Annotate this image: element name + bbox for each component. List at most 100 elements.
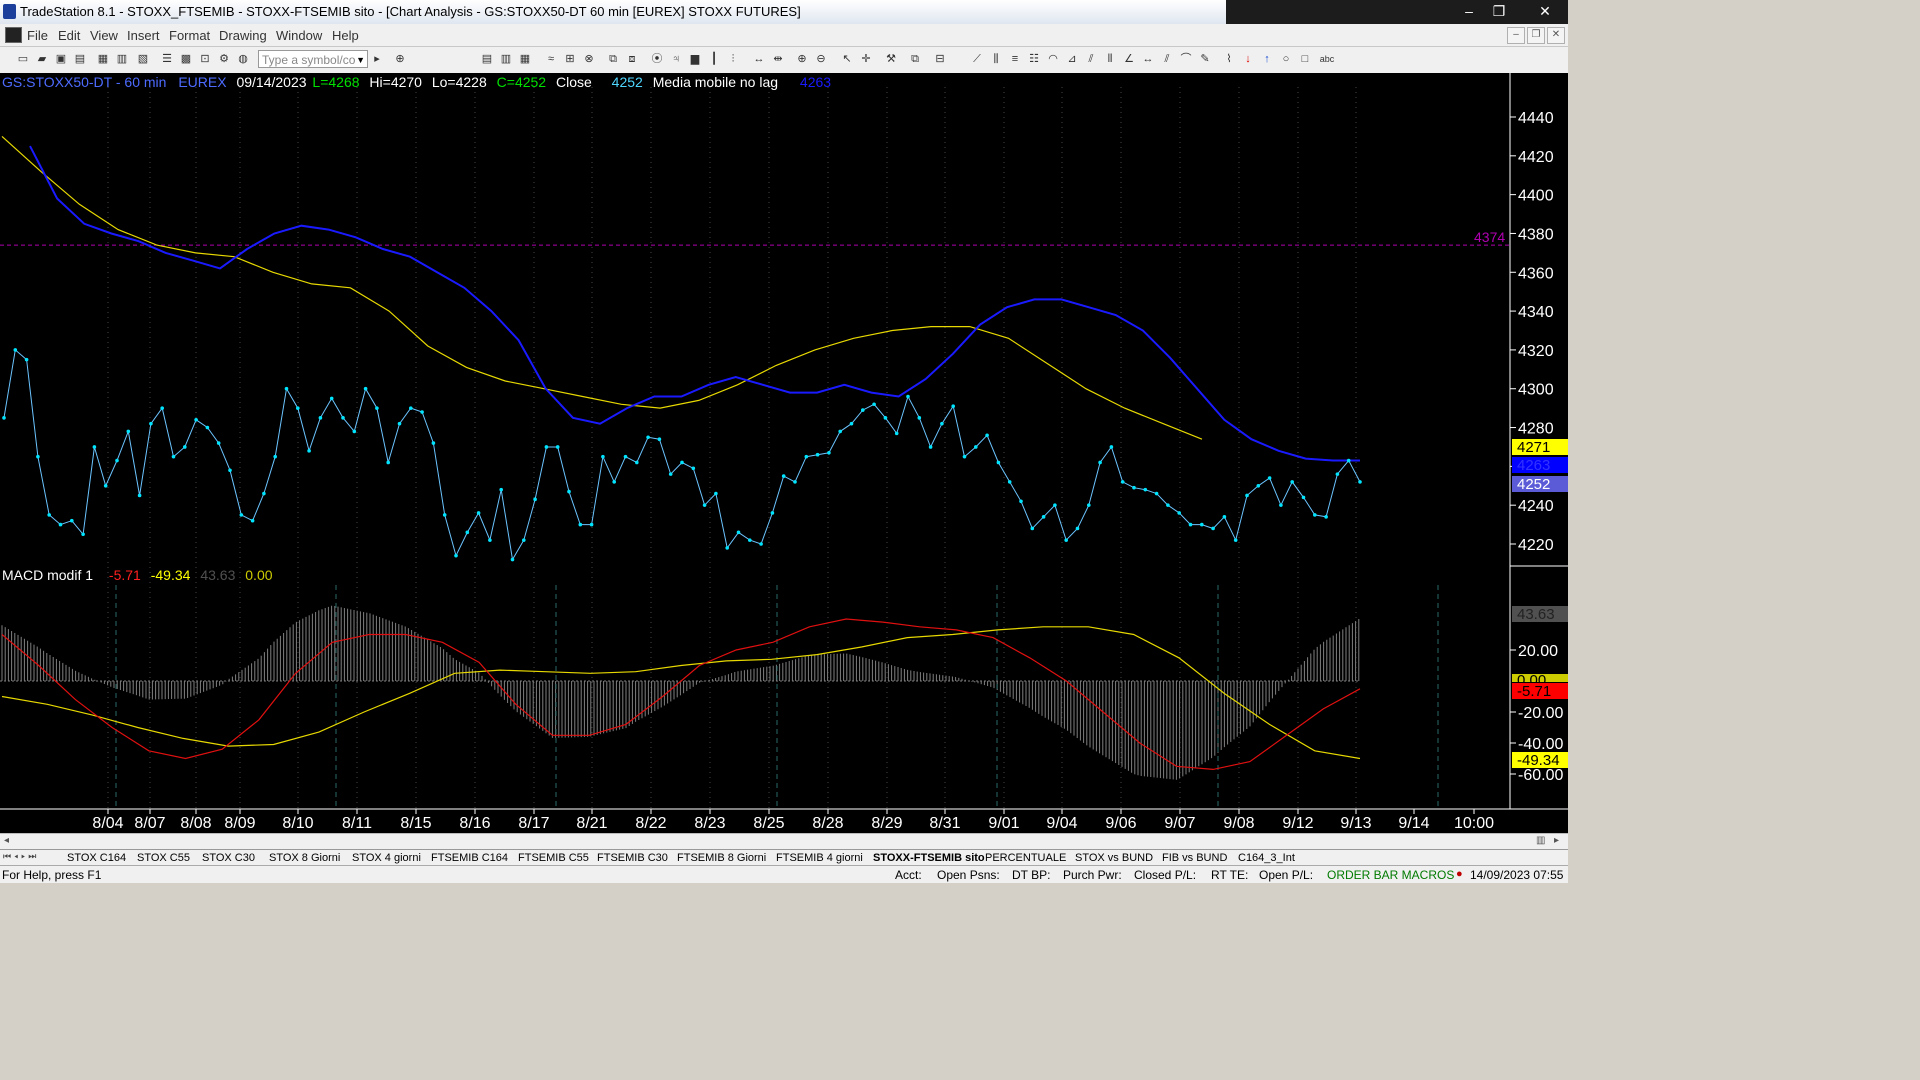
chart-style-icon[interactable]: ♃ <box>669 52 683 66</box>
speed-lines-icon[interactable]: ∠ <box>1122 52 1136 66</box>
chart-analysis-window[interactable]: 4440442044004380436043404320430042804260… <box>0 73 1568 833</box>
document-icon[interactable] <box>5 27 22 43</box>
price-point <box>1358 480 1362 484</box>
tab-stox-c30[interactable]: STOX C30 <box>202 851 255 865</box>
new-file-icon[interactable]: ▭ <box>16 52 30 66</box>
save-all-icon[interactable]: ▤ <box>73 52 87 66</box>
print-icon[interactable]: ▥ <box>115 52 129 66</box>
pen-icon[interactable]: ✎ <box>1198 52 1212 66</box>
arc-icon[interactable]: ⌒ <box>1179 52 1193 66</box>
price-point <box>92 445 97 449</box>
horizontal-lines-icon[interactable]: ≡ <box>1008 52 1022 66</box>
expand-bars-icon[interactable]: ↔ <box>752 52 766 66</box>
symbol-input[interactable]: Type a symbol/co ▼ <box>258 50 368 68</box>
tab-ftsemib-c164[interactable]: FTSEMIB C164 <box>431 851 508 865</box>
tab-ftsemib-c30[interactable]: FTSEMIB C30 <box>597 851 668 865</box>
tab-ftsemib-c55[interactable]: FTSEMIB C55 <box>518 851 589 865</box>
horizontal-scrollbar[interactable]: ◂ ▥ ▸ <box>0 833 1568 850</box>
tab-ftsemib-4-giorni[interactable]: FTSEMIB 4 giorni <box>776 851 863 865</box>
curve-icon[interactable]: ⌇ <box>1222 52 1236 66</box>
maximize-button[interactable]: ❐ <box>1484 0 1514 22</box>
indicator-icon[interactable]: ≈ <box>544 52 558 66</box>
tools-icon[interactable]: ⚒ <box>884 52 898 66</box>
scroll-thumb-icon[interactable]: ▥ <box>1536 835 1545 846</box>
strategy-insert-icon[interactable]: ⧉ <box>606 52 620 66</box>
disabled-tool-icon[interactable]: ⊟ <box>933 52 947 66</box>
analysis-icon[interactable]: ⚙ <box>217 52 231 66</box>
format-symbol-icon[interactable]: ▥ <box>499 52 513 66</box>
down-arrow-icon[interactable]: ↓ <box>1241 52 1255 66</box>
ellipse-icon[interactable]: ○ <box>1279 52 1293 66</box>
arrow-lines-icon[interactable]: ↔ <box>1141 52 1155 66</box>
minimize-button[interactable]: – <box>1454 0 1484 22</box>
vertical-lines-icon[interactable]: ⫼ <box>989 52 1003 66</box>
showme-icon[interactable]: ⊗ <box>582 52 596 66</box>
symbol-lookup-icon[interactable]: ⊕ <box>393 52 407 66</box>
menu-view[interactable]: View <box>90 28 118 43</box>
tab-percentuale[interactable]: PERCENTUALE <box>985 851 1066 865</box>
crosshair-icon[interactable]: ✛ <box>859 52 873 66</box>
candlestick-icon[interactable]: ┃ <box>707 52 721 66</box>
cascade-icon[interactable]: ▩ <box>179 52 193 66</box>
line-chart-icon[interactable]: ⫶ <box>726 52 740 66</box>
go-arrow-icon[interactable]: ▸ <box>370 52 384 66</box>
activity-bar-icon[interactable]: ⧈ <box>625 52 639 66</box>
mdi-restore-button[interactable]: ❐ <box>1527 27 1545 44</box>
up-arrow-icon[interactable]: ↑ <box>1260 52 1274 66</box>
andrews-icon[interactable]: ⫽ <box>1084 52 1098 66</box>
pointer-icon[interactable]: ↖ <box>840 52 854 66</box>
format-window-icon[interactable]: ▤ <box>480 52 494 66</box>
tab-fib-vs-bund[interactable]: FIB vs BUND <box>1162 851 1227 865</box>
save-icon[interactable]: ▣ <box>54 52 68 66</box>
status-order-bar-macros[interactable]: ORDER BAR MACROS <box>1327 868 1454 882</box>
window-list-icon[interactable]: ☰ <box>160 52 174 66</box>
menu-format[interactable]: Format <box>169 28 210 43</box>
tab-navigation-icons[interactable]: ⏮◂▸⏭ <box>3 851 39 862</box>
mdi-close-button[interactable]: ✕ <box>1547 27 1565 44</box>
tab-c164-3-int[interactable]: C164_3_Int <box>1238 851 1295 865</box>
tab-ftsemib-8-giorni[interactable]: FTSEMIB 8 Giorni <box>677 851 766 865</box>
text-tool-icon[interactable]: abc <box>1317 52 1337 66</box>
cycle-lines-icon[interactable]: ⦀ <box>1103 52 1117 66</box>
radar-icon[interactable]: ⦿ <box>650 52 664 66</box>
tab-stoxx-ftsemib-sito[interactable]: STOXX-FTSEMIB sito <box>873 851 985 865</box>
scroll-left-icon[interactable]: ◂ <box>4 835 9 846</box>
paintbar-icon[interactable]: ⊞ <box>563 52 577 66</box>
chart-tools-icon[interactable]: ⧉ <box>908 52 922 66</box>
menu-file[interactable]: File <box>27 28 48 43</box>
price-chart[interactable]: 4440442044004380436043404320430042804260… <box>0 73 1568 833</box>
tab-stox-c164[interactable]: STOX C164 <box>67 851 126 865</box>
print-preview-icon[interactable]: ▦ <box>96 52 110 66</box>
menu-help[interactable]: Help <box>332 28 359 43</box>
status-purch-pwr: Purch Pwr: <box>1063 868 1122 882</box>
channel-icon[interactable]: ☷ <box>1027 52 1041 66</box>
zoom-out-icon[interactable]: ⊖ <box>814 52 828 66</box>
rectangle-icon[interactable]: □ <box>1298 52 1312 66</box>
tab-stox-vs-bund[interactable]: STOX vs BUND <box>1075 851 1153 865</box>
open-folder-icon[interactable]: ▰ <box>35 52 49 66</box>
tab-stox-c55[interactable]: STOX C55 <box>137 851 190 865</box>
compress-bars-icon[interactable]: ⇹ <box>771 52 785 66</box>
chevron-down-icon[interactable]: ▼ <box>356 51 365 69</box>
data-window-icon[interactable]: ▦ <box>518 52 532 66</box>
price-point <box>284 386 289 391</box>
menu-window[interactable]: Window <box>276 28 322 43</box>
scroll-right-icon[interactable]: ▸ <box>1554 835 1559 846</box>
menu-insert[interactable]: Insert <box>127 28 160 43</box>
zoom-in-icon[interactable]: ⊕ <box>795 52 809 66</box>
menu-edit[interactable]: Edit <box>58 28 80 43</box>
trendline-icon[interactable]: ⟋ <box>970 52 984 66</box>
print-setup-icon[interactable]: ▧ <box>136 52 150 66</box>
tab-stox-4-giorni[interactable]: STOX 4 giorni <box>352 851 421 865</box>
close-button[interactable]: ✕ <box>1522 0 1568 22</box>
menu-drawing[interactable]: Drawing <box>219 28 267 43</box>
mdi-minimize-button[interactable]: – <box>1507 27 1525 44</box>
bar-chart-icon[interactable]: ▆ <box>688 52 702 66</box>
tab-stox-8-giorni[interactable]: STOX 8 Giorni <box>269 851 340 865</box>
date-tick-label: 8/10 <box>282 815 313 832</box>
gann-icon[interactable]: ⊿ <box>1065 52 1079 66</box>
fibonacci-arc-icon[interactable]: ◠ <box>1046 52 1060 66</box>
strategy-icon[interactable]: ◍ <box>236 52 250 66</box>
parallel-lines-icon[interactable]: ⫽ <box>1160 52 1174 66</box>
lock-icon[interactable]: ⊡ <box>198 52 212 66</box>
